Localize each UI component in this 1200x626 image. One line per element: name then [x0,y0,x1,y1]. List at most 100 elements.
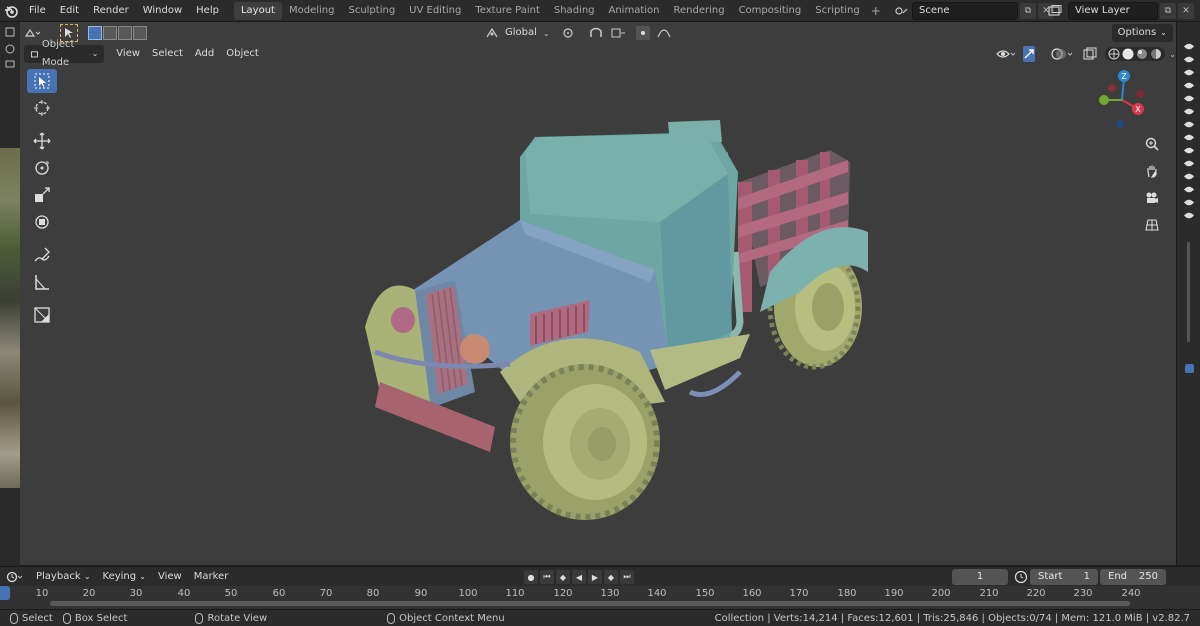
rotate-tool-icon[interactable] [27,156,57,180]
editor-type-icon[interactable] [0,22,20,42]
scene-field[interactable]: Scene [912,2,1018,20]
add-workspace-button[interactable]: + [867,4,885,18]
eye-icon[interactable] [1177,66,1200,79]
orientation-dropdown[interactable]: Global [499,23,543,43]
record-icon[interactable]: ● [524,570,538,584]
visibility-icon[interactable] [995,48,1015,60]
tab-sculpting[interactable]: Sculpting [341,2,402,20]
object-mode-dropdown[interactable]: Object Mode ⌄ [24,39,105,68]
eye-icon[interactable] [1177,144,1200,157]
xray-icon[interactable] [1083,47,1097,61]
playback-menu[interactable]: Playback ⌄ [30,571,97,582]
eye-icon[interactable] [1177,157,1200,170]
header-menu-view[interactable]: View [110,44,146,64]
start-frame-field[interactable]: Start 1 [1030,569,1098,585]
tab-rendering[interactable]: Rendering [666,2,731,20]
scene-icon[interactable] [894,5,912,17]
gizmo-toggle-icon[interactable] [1022,46,1036,62]
tab-scripting[interactable]: Scripting [808,2,866,20]
view-layer-field[interactable]: View Layer [1068,2,1158,20]
timeline-view-menu[interactable]: View [152,571,188,582]
tab-layout[interactable]: Layout [233,1,282,20]
proportional-edit-icon[interactable] [635,26,650,40]
camera-small-icon[interactable] [0,56,20,70]
prev-keyframe-icon[interactable]: ◆ [556,570,570,584]
new-view-layer-icon[interactable]: ⧉ [1160,3,1176,19]
timeline-editor-icon[interactable] [0,571,30,583]
current-frame-field[interactable]: 1 [952,569,1008,585]
pivot-icon[interactable] [562,27,578,39]
orientation-icon[interactable] [485,27,499,39]
neg-z-axis-icon[interactable] [1116,120,1124,128]
globe-icon[interactable] [0,42,20,56]
pan-hand-icon[interactable] [1140,159,1164,183]
playhead-marker[interactable] [0,586,10,600]
shading-modes[interactable] [1105,47,1166,61]
selection-mode-icons[interactable] [88,26,147,40]
eye-icon[interactable] [1177,209,1200,222]
eye-icon[interactable] [1177,196,1200,209]
eye-icon[interactable] [1177,131,1200,144]
eye-icon[interactable] [1177,79,1200,92]
eye-icon[interactable] [1177,105,1200,118]
header-menu-select[interactable]: Select [146,44,189,64]
eye-icon[interactable] [1177,170,1200,183]
header-menu-add[interactable]: Add [189,44,220,64]
jump-end-icon[interactable]: ⏭ [620,570,634,584]
options-dropdown[interactable]: Options ⌄ [1111,24,1173,42]
cursor-tool-icon[interactable] [27,96,57,120]
marker-menu[interactable]: Marker [188,571,235,582]
eye-icon[interactable] [1177,183,1200,196]
tab-shading[interactable]: Shading [547,2,602,20]
zoom-icon[interactable] [1140,132,1164,156]
move-tool-icon[interactable] [27,129,57,153]
preview-range-icon[interactable] [1014,570,1028,587]
timeline-scrollbar[interactable] [50,601,1130,606]
eye-icon[interactable] [1177,53,1200,66]
select-box-tool-icon[interactable] [27,69,57,93]
camera-view-icon[interactable] [1140,186,1164,210]
keying-menu[interactable]: Keying ⌄ [97,571,152,582]
overlays-icon[interactable] [1051,47,1073,61]
navigation-gizmo[interactable]: Z X [1086,70,1156,132]
play-reverse-icon[interactable]: ◀ [572,570,586,584]
eye-icon[interactable] [1177,40,1200,53]
truck-model[interactable] [320,102,880,522]
neg-y-axis-icon[interactable] [1136,90,1144,98]
measure-tool-icon[interactable] [27,270,57,294]
tab-modeling[interactable]: Modeling [282,2,342,20]
annotate-tool-icon[interactable] [27,243,57,267]
wireframe-shading-icon[interactable] [1108,48,1120,60]
material-shading-icon[interactable] [1136,48,1148,60]
menu-edit[interactable]: Edit [53,0,86,22]
play-icon[interactable]: ▶ [588,570,602,584]
new-scene-icon[interactable]: ⧉ [1020,3,1036,19]
menu-file[interactable]: File [22,0,53,22]
perspective-grid-icon[interactable] [1140,213,1164,237]
eye-icon[interactable] [1177,92,1200,105]
snap-icon[interactable] [588,27,604,39]
menu-window[interactable]: Window [136,0,189,22]
end-frame-field[interactable]: End 250 [1100,569,1166,585]
blender-logo-icon[interactable] [0,0,22,22]
rendered-shading-icon[interactable] [1150,48,1162,60]
checkbox-icon[interactable] [1177,362,1200,375]
next-keyframe-icon[interactable]: ◆ [604,570,618,584]
header-menu-object[interactable]: Object [220,44,265,64]
scale-tool-icon[interactable] [27,183,57,207]
add-cube-tool-icon[interactable] [27,303,57,327]
chevron-down-icon[interactable]: ⌄ [1169,50,1176,59]
snap-target-icon[interactable] [610,27,626,39]
jump-start-icon[interactable]: ⏮ [540,570,554,584]
falloff-icon[interactable] [656,27,672,39]
eye-icon[interactable] [1177,118,1200,131]
neg-x-axis-icon[interactable] [1108,84,1116,92]
tab-animation[interactable]: Animation [602,2,667,20]
tab-compositing[interactable]: Compositing [732,2,809,20]
view-layer-icon[interactable] [1048,5,1068,17]
menu-render[interactable]: Render [86,0,136,22]
outliner-scrollbar[interactable] [1177,242,1200,362]
tab-texture-paint[interactable]: Texture Paint [468,2,547,20]
tab-uv-editing[interactable]: UV Editing [402,2,468,20]
transform-tool-icon[interactable] [27,210,57,234]
